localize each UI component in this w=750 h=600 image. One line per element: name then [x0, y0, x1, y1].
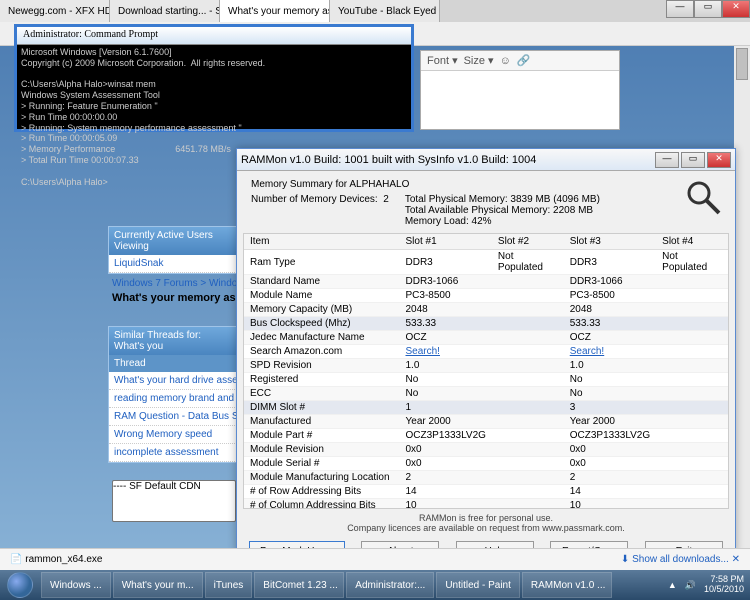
table-row[interactable]: Ram TypeDDR3Not PopulatedDDR3Not Populat…: [244, 250, 728, 275]
system-tray[interactable]: ▲ 🔊 7:58 PM 10/5/2010: [662, 575, 750, 595]
browser-tab[interactable]: YouTube - Black Eyed P...: [330, 0, 440, 22]
download-item[interactable]: 📄 rammon_x64.exe: [10, 554, 103, 565]
active-users-box: Currently Active Users Viewing LiquidSna…: [108, 226, 238, 274]
column-header[interactable]: Slot #4: [656, 234, 728, 250]
thread-link[interactable]: incomplete assessment: [109, 444, 237, 462]
taskbar-item[interactable]: RAMMon v1.0 ...: [522, 572, 612, 598]
size-dropdown[interactable]: Size ▾: [464, 54, 494, 67]
browser-tab-strip: Newegg.com - XFX HD-5... Download starti…: [0, 0, 750, 22]
tray-icon[interactable]: ▲: [668, 580, 677, 590]
thread-link[interactable]: reading memory brand and speed/M: [109, 390, 237, 408]
table-row[interactable]: SPD Revision1.01.0: [244, 359, 728, 373]
column-header[interactable]: Item: [244, 234, 400, 250]
table-row[interactable]: ECCNoNo: [244, 387, 728, 401]
link-icon[interactable]: 🔗: [517, 54, 531, 67]
cdn-select[interactable]: ---- SF Default CDN: [112, 480, 236, 522]
browser-tab[interactable]: Newegg.com - XFX HD-5...: [0, 0, 110, 22]
user-link[interactable]: LiquidSnak: [109, 255, 237, 273]
close-button[interactable]: ✕: [707, 152, 731, 168]
table-row[interactable]: Standard NameDDR3-1066DDR3-1066: [244, 275, 728, 289]
search-link[interactable]: Search!: [570, 346, 604, 357]
table-row[interactable]: Module Manufacturing Location22: [244, 471, 728, 485]
page-title: What's your memory as: [112, 292, 236, 304]
taskbar: Windows ...What's your m...iTunesBitCome…: [0, 570, 750, 600]
tray-icon[interactable]: 🔊: [685, 580, 696, 591]
maximize-button[interactable]: ▭: [681, 152, 705, 168]
taskbar-item[interactable]: Administrator:...: [346, 572, 434, 598]
table-row[interactable]: Module Part #OCZ3P1333LV2GOCZ3P1333LV2G: [244, 429, 728, 443]
taskbar-item[interactable]: Untitled - Paint: [436, 572, 520, 598]
minimize-button[interactable]: —: [666, 0, 694, 18]
browser-tab[interactable]: What's your memory ass...: [220, 0, 330, 22]
font-dropdown[interactable]: Font ▾: [427, 54, 458, 67]
taskbar-item[interactable]: iTunes: [205, 572, 253, 598]
table-row[interactable]: # of Row Addressing Bits1414: [244, 485, 728, 499]
taskbar-item[interactable]: BitComet 1.23 ...: [254, 572, 344, 598]
page-scrollbar[interactable]: [734, 46, 750, 548]
window-title: RAMMon v1.0 Build: 1001 built with SysIn…: [241, 154, 536, 166]
search-link[interactable]: Search!: [406, 346, 440, 357]
download-bar: 📄 rammon_x64.exe ⬇ Show all downloads...…: [0, 548, 750, 570]
breadcrumb[interactable]: Windows 7 Forums > Windows: [112, 278, 250, 289]
maximize-button[interactable]: ▭: [694, 0, 722, 18]
taskbar-item[interactable]: Windows ...: [41, 572, 111, 598]
start-button[interactable]: [0, 570, 40, 600]
magnifier-icon: [683, 177, 723, 217]
table-row[interactable]: RegisteredNoNo: [244, 373, 728, 387]
thread-link[interactable]: RAM Question - Data Bus Speeds/M: [109, 408, 237, 426]
table-row[interactable]: DIMM Slot #13: [244, 401, 728, 415]
command-prompt-window[interactable]: Administrator: Command Prompt Microsoft …: [14, 24, 414, 132]
minimize-button[interactable]: —: [655, 152, 679, 168]
table-row[interactable]: Search Amazon.comSearch!Search!: [244, 345, 728, 359]
browser-tab[interactable]: Download starting... - Sof...: [110, 0, 220, 22]
column-header[interactable]: Slot #3: [564, 234, 656, 250]
table-row[interactable]: Jedec Manufacture NameOCZOCZ: [244, 331, 728, 345]
table-row[interactable]: Module Revision0x00x0: [244, 443, 728, 457]
thread-link[interactable]: What's your hard drive assessment: [109, 372, 237, 390]
clock[interactable]: 7:58 PM 10/5/2010: [704, 575, 744, 595]
footer-text: RAMMon is free for personal use. Company…: [237, 511, 735, 535]
show-downloads-link[interactable]: ⬇ Show all downloads... ✕: [621, 554, 740, 565]
table-row[interactable]: Module Serial #0x00x0: [244, 457, 728, 471]
window-title: Administrator: Command Prompt: [17, 27, 411, 45]
table-row[interactable]: Bus Clockspeed (Mhz)533.33533.33: [244, 317, 728, 331]
thread-link[interactable]: Wrong Memory speed: [109, 426, 237, 444]
rammon-window[interactable]: RAMMon v1.0 Build: 1001 built with SysIn…: [236, 148, 736, 554]
editor-panel: Font ▾ Size ▾ ☺ 🔗: [420, 50, 620, 130]
smiley-icon[interactable]: ☺: [500, 55, 511, 67]
similar-threads-box: Similar Threads for: What's you Thread W…: [108, 326, 238, 463]
memory-summary: Memory Summary for ALPHAHALO Number of M…: [237, 171, 735, 231]
window-controls: — ▭ ✕: [666, 0, 750, 18]
close-button[interactable]: ✕: [722, 0, 750, 18]
table-row[interactable]: Memory Capacity (MB)20482048: [244, 303, 728, 317]
taskbar-item[interactable]: What's your m...: [113, 572, 203, 598]
memory-table[interactable]: ItemSlot #1Slot #2Slot #3Slot #4 Ram Typ…: [243, 233, 729, 509]
column-header[interactable]: Slot #1: [400, 234, 492, 250]
column-header[interactable]: Slot #2: [492, 234, 564, 250]
table-row[interactable]: Module NamePC3-8500PC3-8500: [244, 289, 728, 303]
table-row[interactable]: ManufacturedYear 2000Year 2000: [244, 415, 728, 429]
table-row[interactable]: # of Column Addressing Bits1010: [244, 499, 728, 510]
